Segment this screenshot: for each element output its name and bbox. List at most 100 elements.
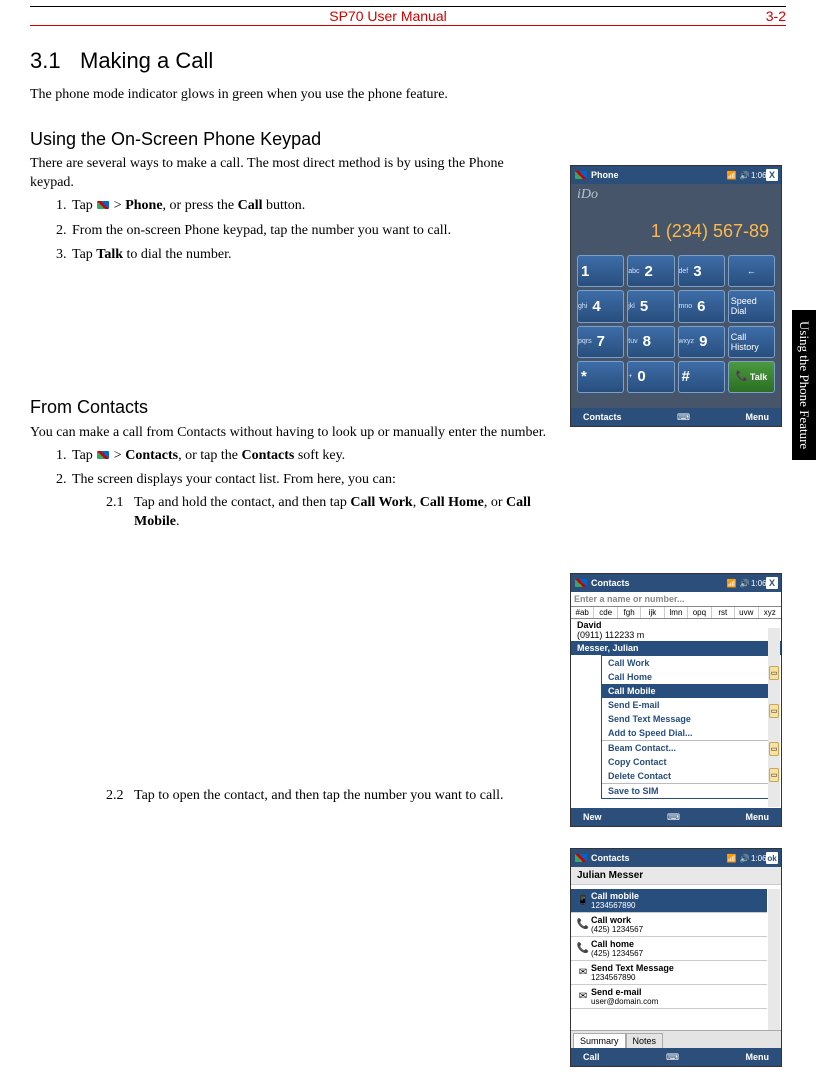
tab-notes[interactable]: Notes [626, 1033, 664, 1048]
alpha-fgh[interactable]: fgh [617, 607, 640, 618]
alpha-rst[interactable]: rst [711, 607, 734, 618]
keypad-grid: 1abc2def3← ghi4jkl5mno6Speed Dial pqrs7tuv… [571, 252, 781, 399]
contact-name-header: Julian Messer [571, 867, 781, 885]
start-icon[interactable] [574, 852, 588, 864]
menu-item-call-home[interactable]: Call Home [602, 670, 774, 684]
subsection-keypad-heading: Using the On-Screen Phone Keypad [30, 127, 750, 151]
figure-contact-detail: Contacts 📶 🔊 1:06 ok Julian Messer 📱Call… [570, 848, 782, 1067]
softkey-new[interactable]: New [583, 812, 602, 822]
action-icon: ✉ [575, 987, 591, 1006]
keyboard-icon[interactable]: ⌨ [675, 412, 693, 423]
start-icon[interactable] [574, 577, 588, 589]
keypad-key-9[interactable]: wxyz9 [678, 326, 725, 358]
softkey-contacts[interactable]: Contacts [583, 412, 622, 422]
alpha-opq[interactable]: opq [687, 607, 710, 618]
keypad-key-7[interactable]: pqrs7 [577, 326, 624, 358]
tab-summary[interactable]: Summary [573, 1033, 626, 1048]
start-icon[interactable] [574, 169, 588, 181]
keypad-key-4[interactable]: ghi4 [577, 290, 624, 322]
intro-paragraph: The phone mode indicator glows in green … [30, 86, 750, 105]
scrollbar[interactable] [768, 889, 780, 1031]
ok-button[interactable]: ok [766, 852, 778, 864]
contact-row-selected[interactable]: Messer, Julian [571, 641, 781, 655]
menu-item-delete-contact[interactable]: Delete Contact [602, 769, 774, 783]
fig1-softbar: Contacts ⌨ Menu [571, 408, 781, 426]
contact-detail-tabs: Summary Notes [571, 1030, 781, 1048]
substep-2-2: 2.2 Tap to open the contact, and then ta… [106, 787, 536, 806]
keypad-key-1[interactable]: 1 [577, 255, 624, 287]
keypad-key-5[interactable]: jkl5 [627, 290, 674, 322]
clock-text: 1:06 [751, 854, 764, 863]
keypad-steps: Tap > Phone, or press the Call button. F… [30, 197, 560, 266]
contact-row[interactable]: David (0911) 112233 m [571, 619, 781, 641]
speaker-icon: 🔊 [738, 854, 751, 863]
clock-text: 1:06 [751, 579, 764, 588]
alpha-uvw[interactable]: uvw [734, 607, 757, 618]
softkey-menu[interactable]: Menu [745, 412, 769, 422]
contacts-search-input[interactable]: Enter a name or number... [571, 592, 781, 607]
alpha-xyz[interactable]: xyz [758, 607, 781, 618]
alpha-index[interactable]: #abcdefghijklmnopqrstuvwxyz [571, 607, 781, 619]
alpha-lmn[interactable]: lmn [664, 607, 687, 618]
fig3-softbar: Call ⌨ Menu [571, 1048, 781, 1066]
contacts-step-1: Tap > Contacts, or tap the Contacts soft… [70, 447, 750, 466]
keypad-key-[interactable]: ← [728, 255, 775, 287]
close-icon[interactable]: X [766, 577, 778, 589]
manual-title: SP70 User Manual [30, 8, 746, 24]
start-icon [96, 199, 110, 211]
clock-text: 1:06 [751, 171, 764, 180]
alpha-cde[interactable]: cde [593, 607, 616, 618]
menu-item-add-to-speed-dial-[interactable]: Add to Speed Dial... [602, 726, 774, 740]
keypad-key-callhistory[interactable]: Call History [728, 326, 775, 358]
keypad-key-6[interactable]: mno6 [678, 290, 725, 322]
section-title: Making a Call [80, 48, 213, 73]
fig1-titlebar: Phone 📶 🔊 1:06 X [571, 166, 781, 184]
signal-icon: 📶 [725, 171, 738, 180]
keypad-key-speeddial[interactable]: Speed Dial [728, 290, 775, 322]
page-header: SP70 User Manual 3-2 [30, 8, 786, 24]
keypad-key-#[interactable]: # [678, 361, 725, 393]
sim-card-icon: ▭ [769, 768, 779, 782]
signal-icon: 📶 [725, 579, 738, 588]
menu-item-save-to-sim[interactable]: Save to SIM [602, 784, 774, 798]
action-call-work[interactable]: 📞Call work(425) 1234567 [571, 913, 767, 937]
menu-item-send-text-message[interactable]: Send Text Message [602, 712, 774, 726]
action-icon: 📞 [575, 939, 591, 958]
softkey-menu[interactable]: Menu [745, 1052, 769, 1062]
context-menu: Call WorkCall HomeCall MobileSend E-mail… [601, 655, 775, 799]
softkey-call[interactable]: Call [583, 1052, 600, 1062]
menu-item-copy-contact[interactable]: Copy Contact [602, 755, 774, 769]
contact-actions-list: 📱Call mobile1234567890📞Call work(425) 12… [571, 889, 767, 1031]
close-icon[interactable]: X [766, 169, 778, 181]
fig2-title: Contacts [591, 578, 725, 588]
signal-icon: 📶 [725, 854, 738, 863]
menu-item-call-mobile[interactable]: Call Mobile [602, 684, 774, 698]
scrollbar[interactable]: ▭ ▭ ▭ ▭ [768, 628, 780, 807]
action-send-e-mail[interactable]: ✉Send e-mailuser@domain.com [571, 985, 767, 1009]
speaker-icon: 🔊 [738, 171, 751, 180]
alpha-#ab[interactable]: #ab [571, 607, 593, 618]
menu-item-send-e-mail[interactable]: Send E-mail [602, 698, 774, 712]
keypad-step-3: Tap Talk to dial the number. [70, 246, 560, 265]
keyboard-icon[interactable]: ⌨ [665, 812, 683, 823]
talk-button[interactable]: Talk [728, 361, 775, 393]
menu-item-call-work[interactable]: Call Work [602, 656, 774, 670]
speaker-icon: 🔊 [738, 579, 751, 588]
softkey-menu[interactable]: Menu [745, 812, 769, 822]
keypad-key-0[interactable]: +0 [627, 361, 674, 393]
alpha-ijk[interactable]: ijk [640, 607, 663, 618]
fig2-titlebar: Contacts 📶 🔊 1:06 X [571, 574, 781, 592]
figure-contacts-menu: Contacts 📶 🔊 1:06 X Enter a name or numb… [570, 573, 782, 827]
keypad-key-2[interactable]: abc2 [627, 255, 674, 287]
keypad-key-*[interactable]: * [577, 361, 624, 393]
keyboard-icon[interactable]: ⌨ [664, 1052, 682, 1063]
keypad-key-3[interactable]: def3 [678, 255, 725, 287]
action-call-home[interactable]: 📞Call home(425) 1234567 [571, 937, 767, 961]
page-number: 3-2 [746, 8, 786, 24]
action-send-text-message[interactable]: ✉Send Text Message1234567890 [571, 961, 767, 985]
substep-2-1: 2.1 Tap and hold the contact, and then t… [106, 494, 536, 532]
section-number: 3.1 [30, 46, 80, 76]
menu-item-beam-contact-[interactable]: Beam Contact... [602, 741, 774, 755]
action-call-mobile[interactable]: 📱Call mobile1234567890 [571, 889, 767, 913]
keypad-key-8[interactable]: tuv8 [627, 326, 674, 358]
